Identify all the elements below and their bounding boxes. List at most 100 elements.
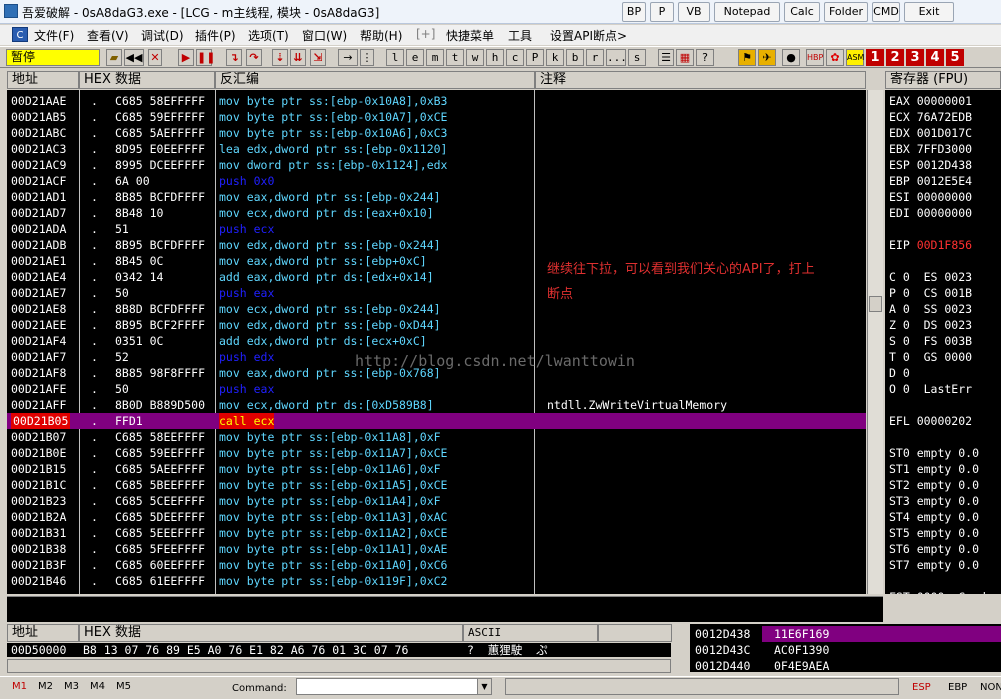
register-line[interactable]: ST7 empty 0.0 xyxy=(889,557,979,573)
disasm-row[interactable]: 00D21ACF. 6A 00 push 0x0 xyxy=(7,173,866,189)
disasm-row[interactable]: 00D21AEE. 8B95 BCF2FFFF mov edx,dword ptr … xyxy=(7,317,866,333)
register-line[interactable]: C 0 ES 0023 xyxy=(889,269,972,285)
disasm-row[interactable]: 00D21AFF. 8B0D B889D500 mov ecx,dword ptr … xyxy=(7,397,866,413)
register-line[interactable]: ST1 empty 0.0 xyxy=(889,461,979,477)
disasm-row[interactable]: 00D21AC3. 8D95 E0EEFFFF lea edx,dword ptr … xyxy=(7,141,866,157)
goto-icon[interactable]: → xyxy=(338,49,358,66)
scroll-thumb[interactable] xyxy=(869,296,882,312)
dump-header-hex[interactable]: HEX 数据 xyxy=(79,624,463,642)
toolbar-r-button[interactable]: r xyxy=(586,49,604,66)
toolbar-w-button[interactable]: w xyxy=(466,49,484,66)
register-line[interactable]: EBX 7FFD3000 xyxy=(889,141,972,157)
menu-tools[interactable]: 工具 xyxy=(508,27,532,44)
toolbar-m-button[interactable]: m xyxy=(426,49,444,66)
toolbar-number-3[interactable]: 3 xyxy=(906,49,924,66)
register-line[interactable]: EDX 001D017C xyxy=(889,125,972,141)
toolbar-number-4[interactable]: 4 xyxy=(926,49,944,66)
toolbar-k-button[interactable]: k xyxy=(546,49,564,66)
dump-header-address[interactable]: 地址 xyxy=(7,624,79,642)
register-line[interactable]: EBP 0012E5E4 xyxy=(889,173,972,189)
registers-pane[interactable]: EAX 00000001 ECX 76A72EDB EDX 001D017C EBX … xyxy=(885,90,1001,594)
register-line[interactable]: ESP 0012D438 xyxy=(889,157,972,173)
animate-icon[interactable]: ⋮ xyxy=(360,49,374,66)
restart-icon[interactable]: ◀◀ xyxy=(124,49,144,66)
col-header-comment[interactable]: 注释 xyxy=(535,71,866,89)
disasm-row[interactable]: 00D21ABC. C685 5AEFFFFF mov byte ptr ss:[e… xyxy=(7,125,866,141)
col-header-disasm[interactable]: 反汇编 xyxy=(215,71,535,89)
register-line[interactable]: ST0 empty 0.0 xyxy=(889,445,979,461)
disasm-row[interactable]: 00D21AAE. C685 58EFFFFF mov byte ptr ss:[e… xyxy=(7,93,866,109)
disasm-row[interactable]: 00D21B3F. C685 60EEFFFF mov byte ptr ss:[e… xyxy=(7,557,866,573)
register-line[interactable]: ST4 empty 0.0 xyxy=(889,509,979,525)
dump-header-ascii[interactable]: ASCII xyxy=(463,624,598,642)
toolbar-s-button[interactable]: s xyxy=(628,49,646,66)
disasm-row[interactable]: 00D21AD1. 8B85 BCFDFFFF mov eax,dword ptr … xyxy=(7,189,866,205)
register-line[interactable]: S 0 FS 003B xyxy=(889,333,972,349)
register-line[interactable]: ST3 empty 0.0 xyxy=(889,493,979,509)
disasm-row[interactable]: 00D21B46. C685 61EEFFFF mov byte ptr ss:[e… xyxy=(7,573,866,589)
col-header-address[interactable]: 地址 xyxy=(7,71,79,89)
disasm-row[interactable]: 00D21B38. C685 5FEEFFFF mov byte ptr ss:[e… xyxy=(7,541,866,557)
toolbar-e-button[interactable]: e xyxy=(406,49,424,66)
register-line[interactable]: FST 0000 Cond xyxy=(889,589,986,594)
disasm-row[interactable]: 00D21AD7. 8B48 10 mov ecx,dword ptr ds:[ea… xyxy=(7,205,866,221)
toolbar-number-2[interactable]: 2 xyxy=(886,49,904,66)
toolbar-l-button[interactable]: l xyxy=(386,49,404,66)
disasm-row[interactable]: 00D21B23. C685 5CEEFFFF mov byte ptr ss:[e… xyxy=(7,493,866,509)
toolbar-number-5[interactable]: 5 xyxy=(946,49,964,66)
toolbar-number-1[interactable]: 1 xyxy=(866,49,884,66)
register-line[interactable]: EIP 00D1F856 xyxy=(889,237,972,253)
asm-icon[interactable]: ASM xyxy=(846,49,864,66)
trace-into-icon[interactable]: ⇣ xyxy=(272,49,288,66)
plugin3-icon[interactable]: ● xyxy=(782,49,800,66)
stack-pane[interactable]: 0012D438 11E6F169 0012D43C AC0F1390 0012D440… xyxy=(690,624,1001,673)
register-line[interactable]: ST6 empty 0.0 xyxy=(889,541,979,557)
disassembly-scrollbar[interactable] xyxy=(867,90,883,594)
register-line[interactable]: ESI 00000000 xyxy=(889,189,972,205)
trace-over-icon[interactable]: ⇊ xyxy=(290,49,306,66)
p-button[interactable]: P xyxy=(650,2,674,22)
disasm-row[interactable]: 00D21ADA. 51 push ecx xyxy=(7,221,866,237)
exit-button[interactable]: Exit xyxy=(904,2,954,22)
close-icon[interactable]: ✕ xyxy=(148,49,162,66)
plugin2-icon[interactable]: ✈ xyxy=(758,49,776,66)
menu-plugins[interactable]: 插件(P) xyxy=(195,27,236,44)
mark-m2[interactable]: M2 xyxy=(38,681,53,692)
register-line[interactable]: A 0 SS 0023 xyxy=(889,301,972,317)
disassembly-pane[interactable]: 00D21AAE. C685 58EFFFFF mov byte ptr ss:[e… xyxy=(7,90,866,594)
mark-m1[interactable]: M1 xyxy=(12,681,27,692)
register-line[interactable]: ST5 empty 0.0 xyxy=(889,525,979,541)
command-input[interactable]: ▼ xyxy=(296,678,492,695)
step-over-icon[interactable]: ↷ xyxy=(246,49,262,66)
menu-set-api-breakpoint[interactable]: 设置API断点> xyxy=(550,27,627,44)
register-line[interactable]: Z 0 DS 0023 xyxy=(889,317,972,333)
register-line[interactable]: ST2 empty 0.0 xyxy=(889,477,979,493)
help-icon[interactable]: ? xyxy=(696,49,714,66)
toolbar-p-button[interactable]: P xyxy=(526,49,544,66)
register-line[interactable]: D 0 xyxy=(889,365,910,381)
folder-button[interactable]: Folder xyxy=(824,2,868,22)
open-icon[interactable]: ▰ xyxy=(106,49,122,66)
ebp-label[interactable]: EBP xyxy=(948,682,967,693)
menu-view[interactable]: 查看(V) xyxy=(87,27,129,44)
notepad-button[interactable]: Notepad xyxy=(714,2,780,22)
run-icon[interactable]: ▶ xyxy=(178,49,194,66)
disasm-row[interactable]: 00D21B05. FFD1 call ecx xyxy=(7,413,866,429)
register-line[interactable]: EFL 00000202 xyxy=(889,413,972,429)
esp-label[interactable]: ESP xyxy=(912,682,931,693)
disasm-row[interactable]: 00D21B1C. C685 5BEEFFFF mov byte ptr ss:[e… xyxy=(7,477,866,493)
col-header-hex[interactable]: HEX 数据 xyxy=(79,71,215,89)
menu-window[interactable]: 窗口(W) xyxy=(302,27,347,44)
toolbar-h-button[interactable]: h xyxy=(486,49,504,66)
bp-button[interactable]: BP xyxy=(622,2,646,22)
register-line[interactable]: O 0 LastErr xyxy=(889,381,972,397)
mark-m4[interactable]: M4 xyxy=(90,681,105,692)
chevron-down-icon[interactable]: ▼ xyxy=(477,679,491,694)
disasm-row[interactable]: 00D21B15. C685 5AEEFFFF mov byte ptr ss:[e… xyxy=(7,461,866,477)
non-label[interactable]: NON xyxy=(980,682,1001,693)
stack-row[interactable]: 0012D438 11E6F169 xyxy=(690,626,1001,642)
disasm-row[interactable]: 00D21B2A. C685 5DEEFFFF mov byte ptr ss:[e… xyxy=(7,509,866,525)
disasm-row[interactable]: 00D21B07. C685 58EEFFFF mov byte ptr ss:[e… xyxy=(7,429,866,445)
register-line[interactable]: EDI 00000000 xyxy=(889,205,972,221)
hbp-icon[interactable]: HBP xyxy=(806,49,824,66)
